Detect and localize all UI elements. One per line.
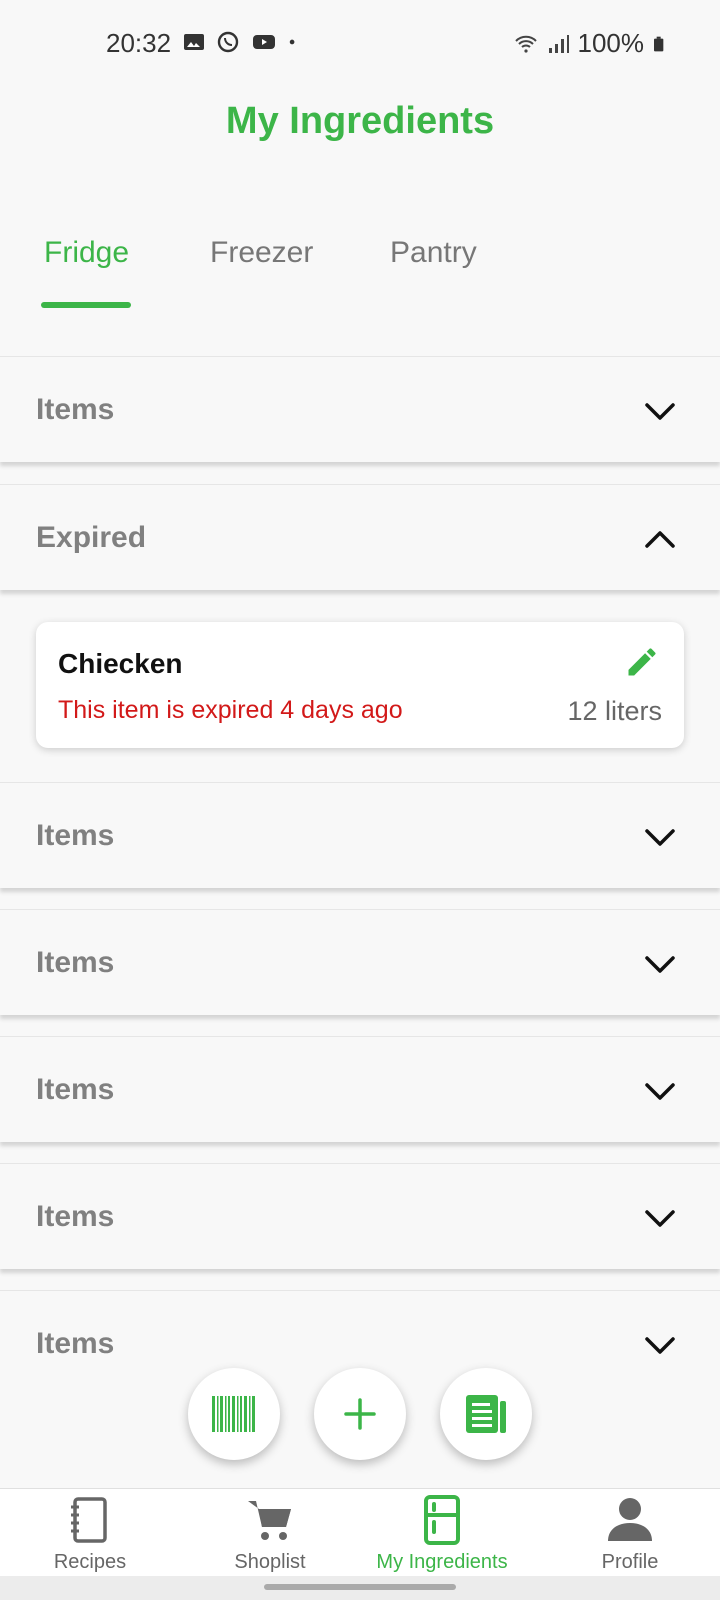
nav-label: Shoplist (234, 1551, 306, 1573)
chevron-up-icon (645, 531, 675, 548)
storage-tabs: Fridge Freezer Pantry (0, 236, 720, 308)
section-label: Items (36, 1073, 115, 1106)
tab-freezer[interactable]: Freezer (210, 236, 313, 270)
nav-label: Profile (601, 1551, 659, 1573)
nav-recipes[interactable]: Recipes (0, 1489, 180, 1577)
chevron-down-icon (645, 1210, 675, 1227)
add-ingredient-button[interactable] (314, 1368, 406, 1460)
section-label: Items (36, 819, 115, 852)
section-items[interactable]: Items (0, 1290, 720, 1354)
notebook-icon (71, 1497, 107, 1543)
status-time: 20:32 (106, 28, 172, 58)
scan-barcode-button[interactable] (188, 1368, 280, 1460)
dot-icon (289, 39, 295, 45)
nav-label: My Ingredients (376, 1551, 508, 1573)
signal-icon (548, 34, 569, 53)
ingredient-quantity: 12 liters (567, 696, 662, 726)
fridge-icon (424, 1495, 460, 1545)
section-label: Expired (36, 521, 147, 554)
edit-icon[interactable] (624, 644, 660, 680)
section-items[interactable]: Items (0, 909, 720, 1015)
tab-indicator (41, 302, 131, 308)
bottom-navigation: Recipes Shoplist My Ingredients Profile (0, 1488, 720, 1576)
image-icon (184, 34, 204, 50)
section-label: Items (36, 393, 115, 426)
barcode-icon (212, 1396, 255, 1432)
nav-my-ingredients[interactable]: My Ingredients (352, 1489, 532, 1577)
chevron-down-icon (645, 956, 675, 973)
chevron-down-icon (645, 829, 675, 846)
section-label: Items (36, 1200, 115, 1233)
tab-pantry[interactable]: Pantry (390, 236, 477, 270)
page-title: My Ingredients (225, 100, 495, 142)
section-items[interactable]: Items (0, 782, 720, 888)
status-bar: 20:32 100% (0, 0, 720, 88)
youtube-icon (253, 35, 275, 49)
nav-shoplist[interactable]: Shoplist (180, 1489, 360, 1577)
section-items[interactable]: Items (0, 356, 720, 462)
chevron-down-icon (645, 1083, 675, 1100)
battery-icon (654, 36, 664, 51)
nav-profile[interactable]: Profile (540, 1489, 720, 1577)
person-icon (608, 1498, 652, 1541)
home-indicator[interactable] (264, 1584, 456, 1590)
notification-icons (182, 30, 302, 54)
nav-label: Recipes (53, 1551, 127, 1573)
expired-status: This item is expired 4 days ago (58, 696, 403, 724)
section-label: Items (36, 1327, 115, 1354)
section-items[interactable]: Items (0, 1163, 720, 1269)
section-label: Items (36, 946, 115, 979)
battery-percent: 100% (577, 28, 645, 58)
tab-fridge[interactable]: Fridge (44, 236, 129, 270)
cart-icon (248, 1501, 291, 1540)
ingredient-name: Chiecken (58, 648, 183, 679)
scan-receipt-button[interactable] (440, 1368, 532, 1460)
section-items[interactable]: Items (0, 1036, 720, 1142)
section-expired[interactable]: Expired (0, 484, 720, 590)
chevron-down-icon (645, 403, 675, 420)
ingredient-card[interactable]: Chiecken This item is expired 4 days ago… (36, 622, 684, 748)
chevron-down-icon (645, 1337, 675, 1354)
whatsapp-icon (217, 31, 239, 53)
wifi-icon (514, 35, 537, 53)
receipt-icon (466, 1395, 506, 1433)
add-icon (344, 1398, 376, 1430)
system-icons: 100% (514, 28, 669, 59)
